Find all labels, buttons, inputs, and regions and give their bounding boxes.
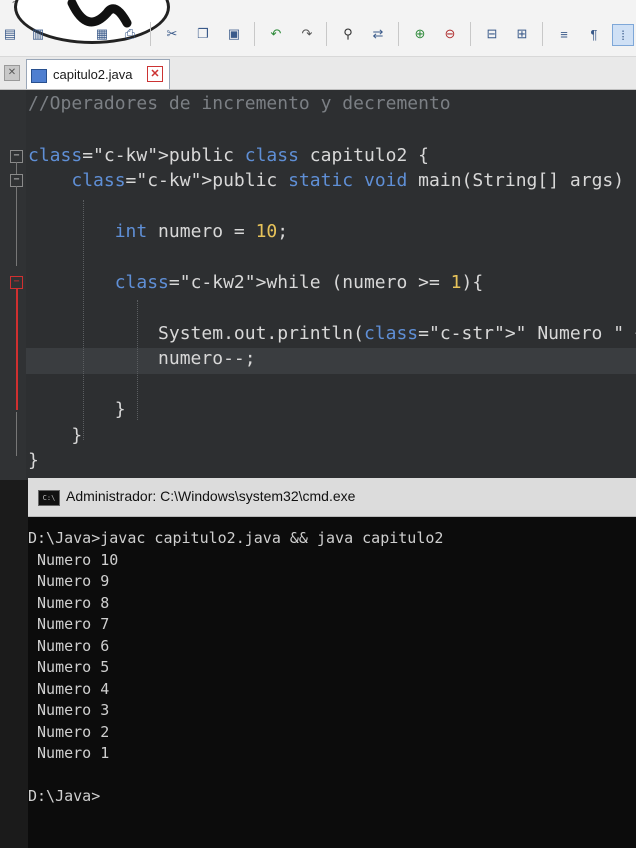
- save-all-icon[interactable]: ▥: [28, 24, 48, 44]
- wrap-icon[interactable]: ≡: [554, 24, 574, 44]
- code-line-4: class="c-kw">public static void main(Str…: [28, 170, 636, 192]
- cmd-output[interactable]: D:\Java>javac capitulo2.java && java cap…: [28, 529, 636, 838]
- document-tab-bar: ✕ capitulo2.java ✕: [0, 57, 636, 90]
- code-line-8: class="c-kw2">while (numero >= 1){: [28, 272, 483, 294]
- fold-line: [16, 412, 17, 456]
- toolbar-divider: [542, 22, 543, 46]
- fold-margin: − − −: [0, 90, 26, 480]
- toolbar-divider: [254, 22, 255, 46]
- cmd-window[interactable]: C:\ Administrador: C:\Windows\system32\c…: [28, 478, 636, 848]
- code-line-6-text: int numero = 10;: [114, 221, 289, 242]
- console-line: Numero 2: [28, 722, 110, 741]
- cmd-title-bar[interactable]: C:\ Administrador: C:\Windows\system32\c…: [28, 478, 636, 517]
- cut-icon[interactable]: ✂: [162, 24, 182, 44]
- toolbar: ? ▤ ▥ ▦ ⎙ ✂ ❐ ▣ ↶ ↷ ⚲ ⇄ ⊕ ⊖ ⊟ ⊞ ≡ ¶ ⁞: [0, 0, 636, 57]
- tab-close-button[interactable]: ✕: [147, 66, 163, 82]
- tab-label: capitulo2.java: [53, 67, 133, 82]
- console-line: D:\Java>: [28, 787, 101, 805]
- toolbar-divider: [150, 22, 151, 46]
- save-state-icon: [31, 69, 47, 83]
- code-line-11: numero--;: [28, 348, 256, 370]
- tab-capitulo2-java[interactable]: capitulo2.java ✕: [26, 59, 170, 89]
- console-line: Numero 9: [28, 572, 110, 590]
- zoom-out-icon[interactable]: ⊖: [440, 24, 460, 44]
- replace-icon[interactable]: ⇄: [368, 24, 388, 44]
- code-line-13-text: }: [28, 399, 126, 420]
- code-line-3-text: class="c-kw">public class capitulo2 {: [28, 145, 429, 166]
- toolbar-divider: [326, 22, 327, 46]
- sync-scroll-h-icon[interactable]: ⊞: [512, 24, 532, 44]
- console-line: Numero 7: [28, 615, 110, 633]
- console-line: Numero 10: [28, 550, 119, 569]
- redo-icon[interactable]: ↷: [297, 24, 317, 44]
- console-line: D:\Java>javac capitulo2.java && java cap…: [28, 529, 444, 547]
- console-line: Numero 4: [28, 679, 110, 698]
- code-line-14: }: [28, 425, 82, 447]
- code-line-3: class="c-kw">public class capitulo2 {: [28, 145, 429, 167]
- save-icon[interactable]: ▤: [0, 24, 20, 44]
- console-line: Numero 5: [28, 658, 110, 676]
- code-line-10-text: System.out.println(class="c-str">" Numer…: [28, 323, 636, 344]
- code-line-1: //Operadores de incremento y decremento: [28, 93, 451, 114]
- code-line-15-text: }: [28, 450, 39, 471]
- toolbar-divider: [398, 22, 399, 46]
- console-line: Numero 1: [28, 744, 110, 762]
- code-line-4-text: class="c-kw">public static void main(Str…: [71, 170, 636, 191]
- code-line-13: }: [28, 399, 126, 421]
- copy-icon[interactable]: ❐: [193, 24, 213, 44]
- code-line-6: int numero = 10;: [28, 221, 288, 243]
- console-line: Numero 3: [28, 701, 110, 719]
- console-line: Numero 6: [28, 636, 110, 655]
- code-line-11-text: numero--;: [28, 348, 256, 369]
- fold-line-active: [16, 288, 18, 410]
- fold-line: [16, 186, 17, 266]
- code-line-15: }: [28, 450, 39, 472]
- fold-line: [16, 162, 17, 174]
- code-line-14-text: }: [28, 425, 83, 446]
- indent-guide-icon[interactable]: ⁞: [612, 24, 634, 46]
- find-icon[interactable]: ⚲: [338, 24, 358, 44]
- cmd-window-title: Administrador: C:\Windows\system32\cmd.e…: [66, 488, 356, 504]
- zoom-in-icon[interactable]: ⊕: [410, 24, 430, 44]
- undo-icon[interactable]: ↶: [266, 24, 286, 44]
- code-line-10: System.out.println(class="c-str">" Numer…: [28, 323, 636, 345]
- tab-close-all-icon[interactable]: ✕: [4, 65, 20, 81]
- cmd-icon: C:\: [38, 490, 60, 506]
- print-preview-icon[interactable]: ▦: [92, 24, 112, 44]
- code-editor[interactable]: − − − //Operadores de incremento y decre…: [0, 90, 636, 480]
- paste-icon[interactable]: ▣: [224, 24, 244, 44]
- show-chars-icon[interactable]: ¶: [584, 24, 604, 44]
- print-icon[interactable]: ⎙: [120, 24, 140, 44]
- toolbar-divider: [470, 22, 471, 46]
- code-line-8-text: class="c-kw2">while (numero >= 1){: [114, 272, 484, 293]
- console-line: Numero 8: [28, 593, 110, 612]
- sync-scroll-v-icon[interactable]: ⊟: [482, 24, 502, 44]
